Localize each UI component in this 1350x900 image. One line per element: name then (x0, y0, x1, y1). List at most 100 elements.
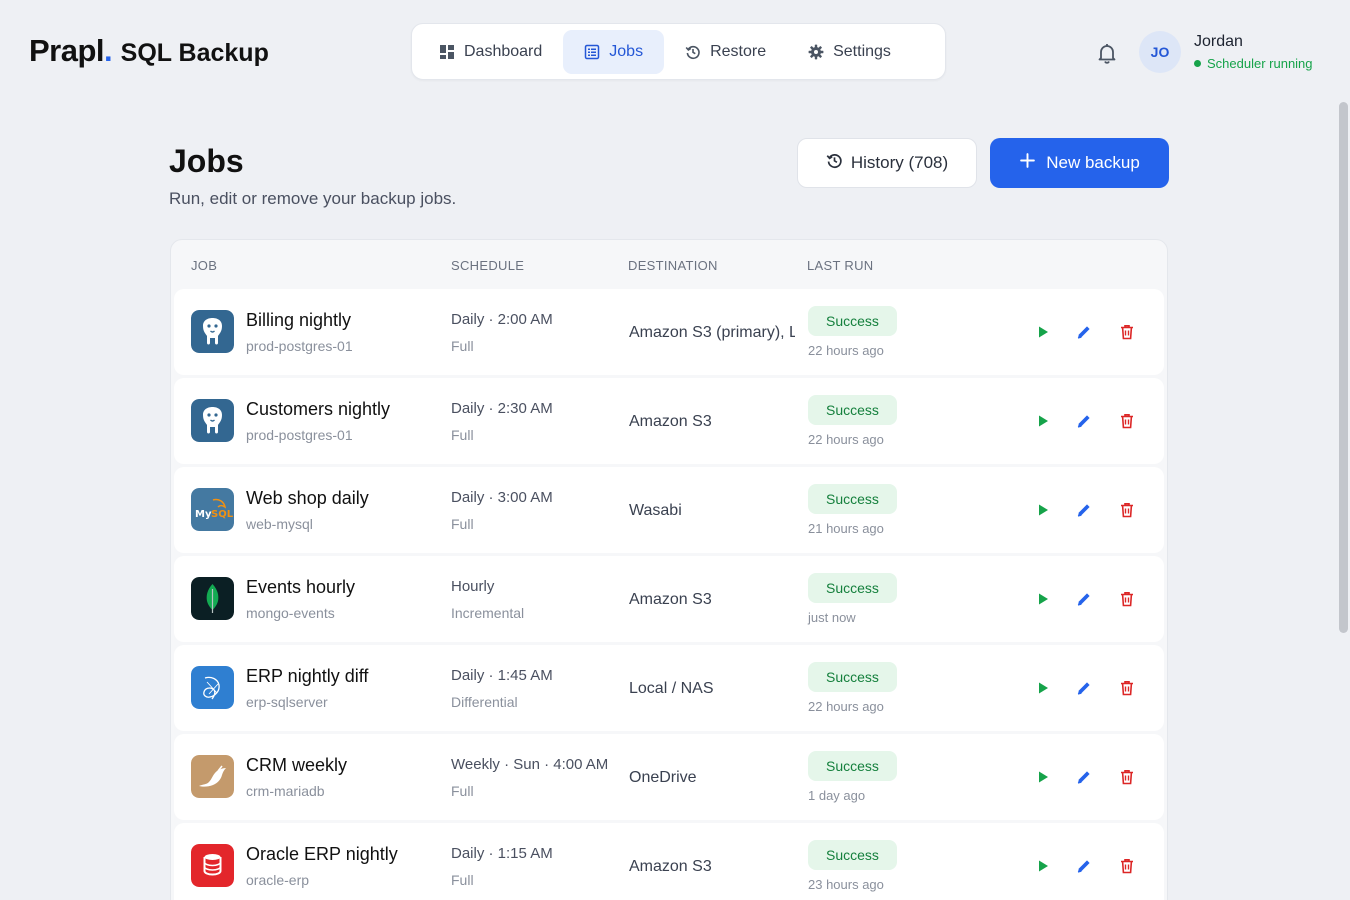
table-row[interactable]: My SQL Web shop daily web-mysql Daily · 3… (174, 467, 1164, 553)
job-name[interactable]: Billing nightly (246, 310, 351, 331)
scheduler-status: Scheduler running (1194, 56, 1313, 71)
job-database: prod-postgres-01 (246, 338, 353, 354)
table-row[interactable]: CRM weekly crm-mariadb Weekly · Sun · 4:… (174, 734, 1164, 820)
new-backup-button-label: New backup (1046, 153, 1140, 172)
job-last-run: 22 hours ago (808, 343, 884, 358)
column-header-job: JOB (191, 258, 218, 273)
status-badge: Success (808, 751, 897, 781)
job-backup-type: Incremental (451, 605, 525, 621)
brand-logo[interactable]: Prapl. SQL Backup (29, 33, 269, 69)
job-name[interactable]: CRM weekly (246, 755, 347, 776)
nav-jobs-label: Jobs (609, 42, 644, 60)
job-database: web-mysql (246, 516, 313, 532)
scrollbar-thumb[interactable] (1339, 102, 1348, 633)
job-last-run: 1 day ago (808, 788, 866, 803)
trash-icon[interactable] (1118, 857, 1136, 875)
status-badge: Success (808, 395, 897, 425)
pencil-icon[interactable] (1075, 768, 1093, 786)
trash-icon[interactable] (1118, 590, 1136, 608)
job-name[interactable]: Customers nightly (246, 399, 390, 420)
trash-icon[interactable] (1118, 768, 1136, 786)
job-destination: OneDrive (629, 769, 697, 786)
jobs-table: JOB SCHEDULE DESTINATION LAST RUN Billin… (170, 239, 1168, 900)
user-name: Jordan (1194, 33, 1243, 50)
status-badge: Success (808, 484, 897, 514)
mongodb-icon (191, 577, 234, 620)
job-destination: Amazon S3 (629, 858, 712, 875)
table-row[interactable]: ERP nightly diff erp-sqlserver Daily · 1… (174, 645, 1164, 731)
svg-text:My: My (195, 509, 212, 520)
job-database: crm-mariadb (246, 783, 325, 799)
job-last-run: 22 hours ago (808, 432, 884, 447)
sqlserver-icon (191, 666, 234, 709)
pencil-icon[interactable] (1075, 501, 1093, 519)
trash-icon[interactable] (1118, 501, 1136, 519)
job-name[interactable]: ERP nightly diff (246, 666, 368, 687)
nav-settings[interactable]: Settings (787, 30, 912, 74)
play-icon[interactable] (1034, 501, 1052, 519)
pencil-icon[interactable] (1075, 323, 1093, 341)
gear-icon (808, 44, 824, 60)
job-name[interactable]: Events hourly (246, 577, 355, 598)
table-row[interactable]: Events hourly mongo-events Hourly Increm… (174, 556, 1164, 642)
page-title: Jobs (169, 143, 244, 179)
pencil-icon[interactable] (1075, 857, 1093, 875)
history-button[interactable]: History (708) (797, 138, 977, 188)
job-destination: Wasabi (629, 502, 682, 519)
brand-name: Prapl (29, 33, 105, 68)
trash-icon[interactable] (1118, 412, 1136, 430)
bell-icon[interactable] (1095, 41, 1119, 65)
play-icon[interactable] (1034, 323, 1052, 341)
scheduler-status-label: Scheduler running (1207, 56, 1313, 71)
trash-icon[interactable] (1118, 679, 1136, 697)
job-database: oracle-erp (246, 872, 310, 888)
job-database: mongo-events (246, 605, 335, 621)
nav-dashboard[interactable]: Dashboard (418, 30, 563, 74)
status-dot-icon (1194, 60, 1201, 67)
list-icon (584, 44, 600, 60)
play-icon[interactable] (1034, 412, 1052, 430)
pencil-icon[interactable] (1075, 590, 1093, 608)
play-icon[interactable] (1034, 590, 1052, 608)
nav-jobs[interactable]: Jobs (563, 29, 665, 74)
pencil-icon[interactable] (1075, 412, 1093, 430)
grid-icon (439, 44, 455, 60)
history-button-label: History (708) (850, 153, 949, 172)
play-icon[interactable] (1034, 679, 1052, 697)
job-backup-type: Full (451, 783, 474, 799)
job-schedule: Weekly · Sun · 4:00 AM (451, 756, 609, 773)
column-header-destination: DESTINATION (628, 258, 718, 273)
page-scrollbar[interactable] (1337, 100, 1350, 900)
column-header-schedule: SCHEDULE (451, 258, 525, 273)
status-badge: Success (808, 662, 897, 692)
table-row[interactable]: Billing nightly prod-postgres-01 Daily ·… (174, 289, 1164, 375)
history-icon (826, 152, 843, 174)
job-destination: Local / NAS (629, 680, 714, 697)
nav-restore-label: Restore (710, 42, 767, 60)
postgres-icon (191, 399, 234, 442)
job-name[interactable]: Web shop daily (246, 488, 369, 509)
new-backup-button[interactable]: New backup (990, 138, 1169, 188)
job-destination: Amazon S3 (primary), Local (629, 324, 795, 341)
status-badge: Success (808, 573, 897, 603)
avatar[interactable]: JO (1139, 31, 1181, 73)
job-schedule: Daily · 1:45 AM (451, 667, 553, 684)
job-destination: Amazon S3 (629, 413, 712, 430)
svg-text:SQL: SQL (211, 509, 234, 520)
job-backup-type: Full (451, 427, 474, 443)
trash-icon[interactable] (1118, 323, 1136, 341)
mariadb-icon (191, 755, 234, 798)
job-name[interactable]: Oracle ERP nightly (246, 844, 398, 865)
job-schedule: Daily · 2:30 AM (451, 400, 553, 417)
table-row[interactable]: Customers nightly prod-postgres-01 Daily… (174, 378, 1164, 464)
table-row[interactable]: Oracle ERP nightly oracle-erp Daily · 1:… (174, 823, 1164, 900)
nav-restore[interactable]: Restore (664, 30, 787, 74)
pencil-icon[interactable] (1075, 679, 1093, 697)
play-icon[interactable] (1034, 857, 1052, 875)
job-schedule: Hourly (451, 578, 495, 595)
job-last-run: 23 hours ago (808, 877, 884, 892)
job-database: erp-sqlserver (246, 694, 328, 710)
nav-dashboard-label: Dashboard (464, 42, 543, 60)
job-backup-type: Differential (451, 694, 518, 710)
play-icon[interactable] (1034, 768, 1052, 786)
